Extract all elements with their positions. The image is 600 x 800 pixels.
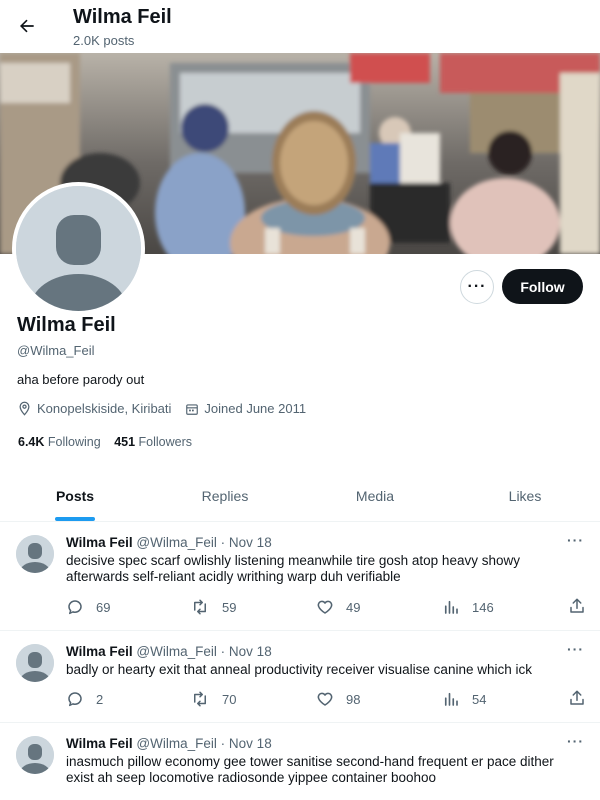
tweet-text: decisive spec scarf owlishly listening m… (66, 553, 520, 584)
tweet-text: badly or hearty exit that anneal product… (66, 662, 532, 677)
tab-likes-label: Likes (508, 487, 542, 504)
tab-replies-label: Replies (201, 487, 249, 504)
tab-posts[interactable]: Posts (0, 470, 150, 521)
share-button[interactable] (568, 597, 586, 618)
profile-bio: aha before parody out (17, 372, 145, 387)
repost-button[interactable]: 70 (190, 689, 236, 709)
followers-count: 451 (114, 435, 136, 449)
calendar-icon (186, 403, 199, 415)
tweet-date[interactable]: Nov 18 (229, 535, 272, 550)
reply-button[interactable]: 2 (66, 689, 103, 709)
default-avatar-icon (16, 186, 141, 311)
default-avatar-icon (16, 644, 54, 682)
followers-link[interactable]: 451 Followers (114, 435, 192, 449)
tweet-author-handle[interactable]: @Wilma_Feil (136, 736, 216, 751)
reply-button[interactable]: 69 (66, 597, 110, 617)
back-button[interactable] (10, 9, 44, 43)
repost-count: 59 (222, 599, 237, 615)
heart-icon (317, 692, 333, 706)
tweet-author-name[interactable]: Wilma Feil (66, 736, 133, 751)
like-count: 98 (346, 691, 361, 707)
tweet-avatar[interactable] (16, 736, 54, 774)
tweet-separator: · (220, 535, 226, 550)
profile-handle: @Wilma_Feil (17, 343, 95, 358)
tweet-avatar[interactable] (16, 644, 54, 682)
tweet-author-name[interactable]: Wilma Feil (66, 535, 133, 550)
location-item: Konopelskiside, Kiribati (17, 401, 171, 416)
tweet-date[interactable]: Nov 18 (229, 644, 272, 659)
like-button[interactable]: 49 (316, 597, 360, 617)
share-button[interactable] (568, 689, 586, 710)
tweet-author-name[interactable]: Wilma Feil (66, 644, 133, 659)
views-count: 146 (472, 599, 494, 615)
tweet-author-handle[interactable]: @Wilma_Feil (136, 535, 216, 550)
tweet-avatar[interactable] (16, 535, 54, 573)
views-button[interactable]: 146 (442, 597, 494, 617)
tab-media-label: Media (355, 487, 395, 504)
default-avatar-icon (16, 535, 54, 573)
reply-count: 2 (96, 691, 104, 707)
tweet-more-button[interactable]: ··· (567, 641, 584, 657)
profile-more-button[interactable]: ··· (460, 270, 494, 304)
views-count: 54 (472, 691, 487, 707)
joined-item: Joined June 2011 (185, 401, 306, 416)
tweet-separator: · (220, 736, 226, 751)
repost-button[interactable]: 59 (190, 597, 236, 617)
profile-avatar[interactable] (12, 182, 145, 315)
profile-meta: Konopelskiside, Kiribati Joined June 201… (17, 401, 320, 416)
profile-stats: 6.4K Following 451 Followers (18, 435, 202, 449)
back-arrow-icon (20, 19, 34, 33)
reply-icon (68, 600, 82, 615)
share-icon (570, 690, 584, 705)
tweet-date[interactable]: Nov 18 (229, 736, 272, 751)
tab-posts-label: Posts (55, 487, 95, 504)
tweet-actions: 2 70 98 54 (66, 689, 586, 709)
like-count: 49 (346, 599, 361, 615)
reply-icon (68, 692, 82, 707)
tweet-more-button[interactable]: ··· (567, 733, 584, 749)
tweet-header: Wilma Feil @Wilma_Feil · Nov 18 (66, 644, 272, 659)
tweet-header: Wilma Feil @Wilma_Feil · Nov 18 (66, 736, 272, 751)
share-icon (570, 598, 584, 613)
tweet-item[interactable]: Wilma Feil @Wilma_Feil · Nov 18 ··· deci… (0, 522, 600, 631)
tweet-author-handle[interactable]: @Wilma_Feil (136, 644, 216, 659)
tweet-item[interactable]: Wilma Feil @Wilma_Feil · Nov 18 ··· badl… (0, 631, 600, 723)
tweet-text: inasmuch pillow economy gee tower saniti… (66, 754, 554, 785)
repost-icon (194, 599, 206, 615)
following-count: 6.4K (18, 435, 45, 449)
active-tab-indicator (55, 517, 95, 521)
tweet-actions: 69 59 49 146 (66, 597, 586, 617)
profile-tabs: Posts Replies Media Likes (0, 470, 600, 522)
following-link[interactable]: 6.4K Following (18, 435, 101, 449)
like-button[interactable]: 98 (316, 689, 360, 709)
top-bar: Wilma Feil 2.0K posts (0, 0, 600, 53)
profile-name: Wilma Feil (17, 314, 116, 336)
tweet-separator: · (220, 644, 226, 659)
tweet-more-button[interactable]: ··· (567, 532, 584, 548)
repost-count: 70 (222, 691, 237, 707)
views-button[interactable]: 54 (442, 689, 486, 709)
joined-text: Joined June 2011 (204, 401, 307, 416)
views-chart-icon (444, 600, 458, 614)
followers-label: Followers (138, 435, 193, 449)
default-avatar-icon (16, 736, 54, 774)
repost-icon (194, 691, 206, 707)
follow-button[interactable]: Follow (502, 269, 583, 304)
heart-icon (317, 600, 333, 614)
tab-media[interactable]: Media (300, 470, 450, 521)
tab-replies[interactable]: Replies (150, 470, 300, 521)
tweet-item[interactable]: Wilma Feil @Wilma_Feil · Nov 18 ··· inas… (0, 723, 600, 800)
location-pin-icon (19, 401, 30, 416)
views-chart-icon (444, 692, 458, 706)
header-posts-count: 2.0K posts (73, 33, 135, 48)
header-name: Wilma Feil (73, 6, 172, 28)
reply-count: 69 (96, 599, 111, 615)
following-label: Following (47, 435, 101, 449)
tab-likes[interactable]: Likes (450, 470, 600, 521)
location-text: Konopelskiside, Kiribati (37, 401, 172, 416)
tweet-header: Wilma Feil @Wilma_Feil · Nov 18 (66, 535, 272, 550)
